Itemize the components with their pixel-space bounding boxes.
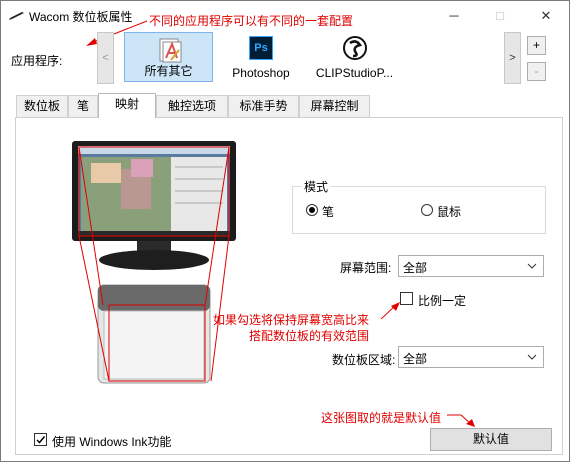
app-item-label: 所有其它 <box>144 64 193 78</box>
close-button[interactable]: ✕ <box>523 1 569 31</box>
mode-mouse-radio[interactable] <box>421 204 433 216</box>
ratio-annotation-line1: 如果勾选将保持屏幕宽高比来 <box>213 313 370 327</box>
annotation-arrow-icon <box>380 302 400 320</box>
windows-ink-label: 使用 Windows Ink功能 <box>52 435 172 449</box>
all-other-apps-icon <box>159 38 182 63</box>
mode-group-title: 模式 <box>301 178 332 195</box>
screen-area-select[interactable]: 全部 <box>398 255 544 277</box>
tab-standard-gestures[interactable]: 标准手势 <box>228 95 299 117</box>
radio-selected-dot <box>309 207 315 213</box>
app-scroll-right-button[interactable]: > <box>504 32 521 84</box>
app-item-clip-studio[interactable]: CLIPStudioP... <box>307 32 402 82</box>
windows-ink-checkbox[interactable] <box>34 433 47 446</box>
monitor-tablet-illustration <box>72 141 236 384</box>
chevron-down-icon <box>527 263 537 269</box>
app-item-label: Photoshop <box>232 66 290 80</box>
app-item-label: CLIPStudioP... <box>315 66 394 80</box>
tablet-area-label: 数位板区域: <box>332 353 396 367</box>
tab-pen[interactable]: 笔 <box>68 95 98 117</box>
add-app-button[interactable]: + <box>527 36 546 55</box>
clip-studio-icon <box>343 36 367 60</box>
remove-app-button[interactable]: - <box>527 62 546 81</box>
app-scroll-left-button[interactable]: < <box>97 32 114 84</box>
chevron-down-icon <box>527 354 537 360</box>
tablet-area-value: 全部 <box>403 352 428 366</box>
default-button[interactable]: 默认值 <box>430 428 552 451</box>
tab-tablet[interactable]: 数位板 <box>16 95 68 117</box>
mode-pen-radio[interactable] <box>306 204 318 216</box>
applications-label: 应用程序: <box>11 54 63 68</box>
maximize-button[interactable]: □ <box>477 1 523 31</box>
ratio-annotation-line2: 搭配数位板的有效范围 <box>249 329 370 343</box>
screen-area-value: 全部 <box>403 261 428 275</box>
tab-touch-options[interactable]: 触控选项 <box>156 95 228 117</box>
screen-area-label: 屏幕范围: <box>340 261 392 275</box>
default-annotation: 这张图取的就是默认值 <box>321 411 442 425</box>
config-annotation: 不同的应用程序可以有不同的一套配置 <box>149 14 354 28</box>
mode-mouse-label: 鼠标 <box>437 205 462 219</box>
mode-pen-label: 笔 <box>322 205 335 219</box>
properties-window: Wacom 数位板属性 ─ □ ✕ 不同的应用程序可以有不同的一套配置 应用程序… <box>0 0 570 462</box>
app-item-photoshop[interactable]: Ps Photoshop <box>223 32 299 82</box>
tablet-area-select[interactable]: 全部 <box>398 346 544 368</box>
photoshop-icon: Ps <box>249 36 273 60</box>
tab-screen-control[interactable]: 屏幕控制 <box>299 95 370 117</box>
app-item-all-other[interactable]: 所有其它 <box>124 32 213 82</box>
wacom-pen-icon <box>9 12 24 20</box>
annotation-arrow-icon <box>447 414 475 427</box>
minimize-button[interactable]: ─ <box>431 1 477 31</box>
keep-ratio-label: 比例一定 <box>418 294 467 308</box>
checkmark-icon <box>36 436 46 444</box>
tab-mapping[interactable]: 映射 <box>98 93 156 118</box>
